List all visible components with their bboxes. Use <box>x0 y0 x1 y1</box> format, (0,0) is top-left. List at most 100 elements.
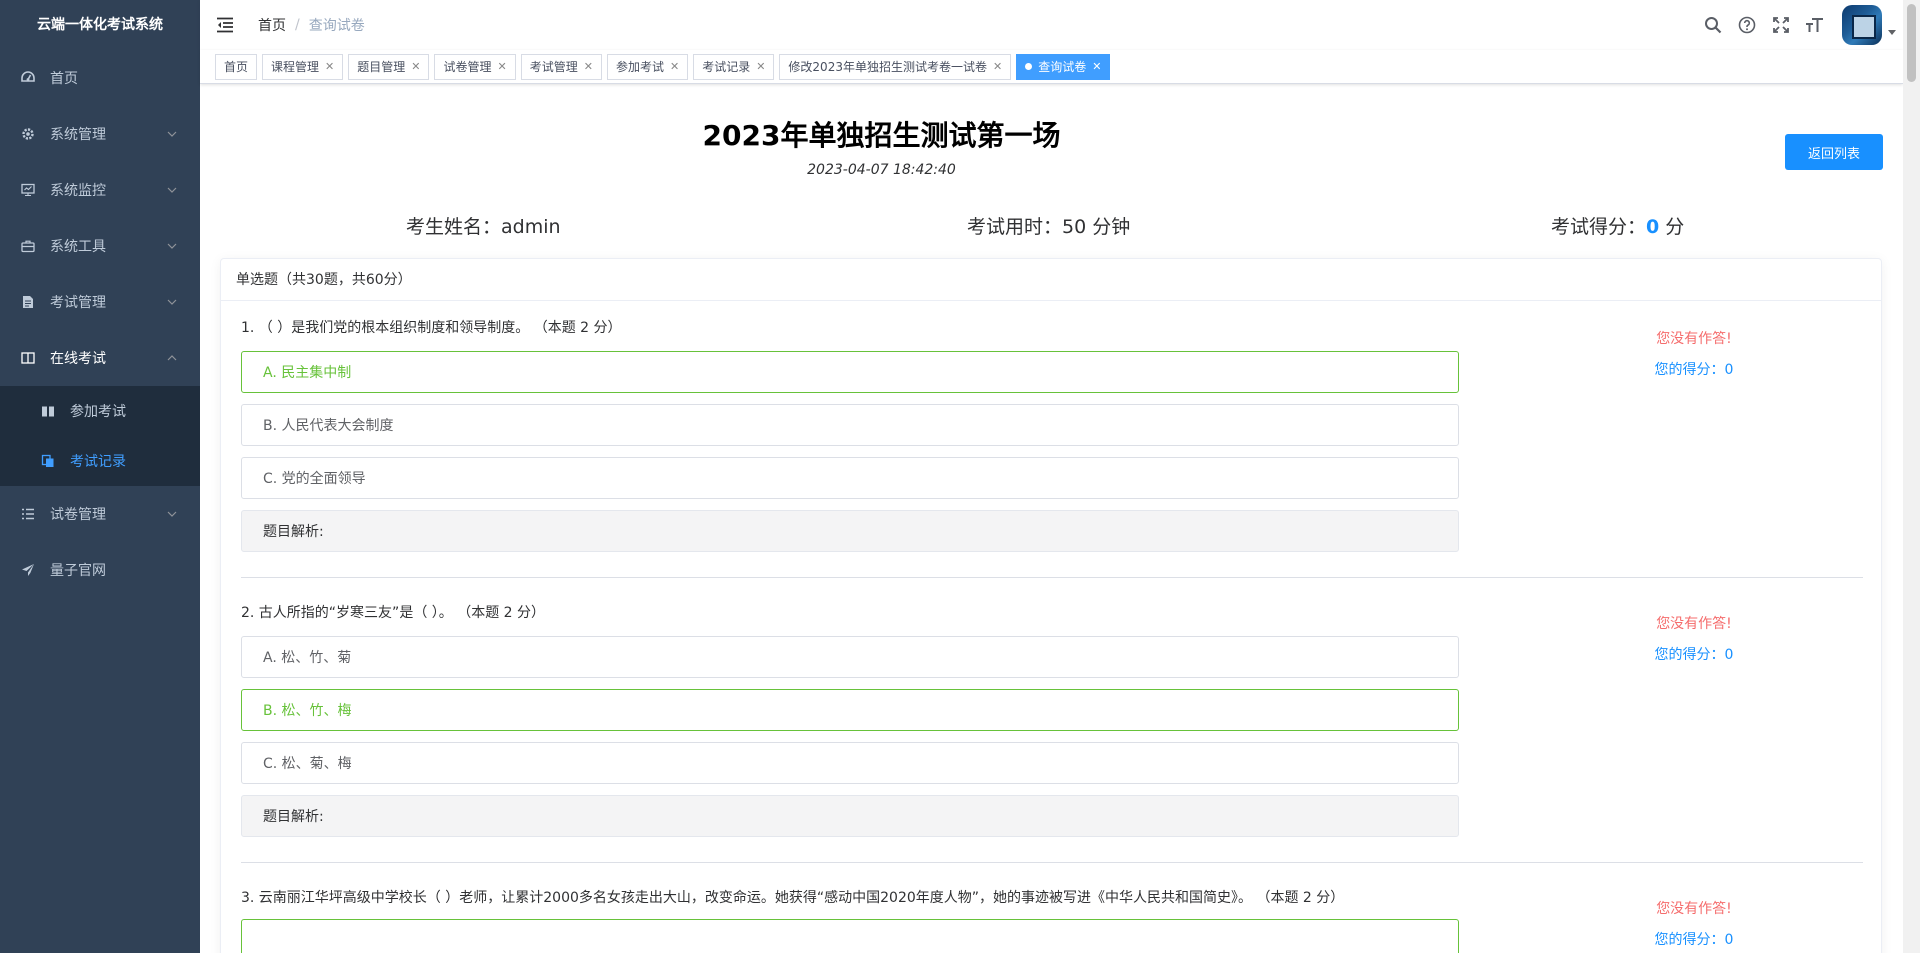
question-icon[interactable] <box>1730 0 1764 50</box>
list-icon <box>20 506 36 522</box>
page-scrollbar[interactable] <box>1903 0 1920 953</box>
score-value: 0 <box>1646 216 1660 238</box>
exam-duration: 考试用时：50 分钟 <box>967 212 1130 239</box>
document-icon <box>20 294 36 310</box>
tag-home[interactable]: 首页 <box>215 53 258 80</box>
tag-label: 考试记录 <box>702 59 751 74</box>
sidebar-item-system-management[interactable]: 系统管理 <box>0 106 200 162</box>
chevron-down-icon <box>166 184 178 196</box>
close-icon[interactable]: ✕ <box>1092 55 1101 79</box>
book-open-icon <box>40 403 56 419</box>
close-icon[interactable]: ✕ <box>670 55 679 79</box>
tag-exam-management[interactable]: 考试管理 ✕ <box>520 53 602 80</box>
exam-date: 2023-04-07 18:42:40 <box>807 162 956 178</box>
tag-question-management[interactable]: 题目管理 ✕ <box>348 53 430 80</box>
option-a: A. 民主集中制 <box>241 351 1459 393</box>
gear-icon <box>20 126 36 142</box>
score-unit: 分 <box>1659 216 1685 238</box>
question-result: 您没有作答! 您的得分：0 <box>1619 328 1769 379</box>
sidebar-item-label: 考试管理 <box>50 295 106 311</box>
tag-label: 题目管理 <box>357 59 406 74</box>
tag-exam-records[interactable]: 考试记录 ✕ <box>693 53 775 80</box>
sidebar-item-exam-records[interactable]: 考试记录 <box>0 436 200 486</box>
tag-edit-paper[interactable]: 修改2023年单独招生测试考卷一试卷 ✕ <box>779 53 1012 80</box>
question-divider <box>241 862 1863 863</box>
sidebar-item-join-exam[interactable]: 参加考试 <box>0 386 200 436</box>
exam-summary: 考生姓名：admin 考试用时：50 分钟 考试得分：0 分 <box>200 212 1903 242</box>
chevron-down-icon <box>166 240 178 252</box>
no-answer-text: 您没有作答! <box>1656 616 1732 632</box>
student-name-value: admin <box>501 216 561 238</box>
sidebar-item-quantum-website[interactable]: 量子官网 <box>0 542 200 598</box>
sidebar-item-system-monitor[interactable]: 系统监控 <box>0 162 200 218</box>
close-icon[interactable]: ✕ <box>325 55 334 79</box>
tag-label: 考试管理 <box>529 59 578 74</box>
top-navbar: 首页 / 查询试卷 <box>200 0 1920 50</box>
question-result: 您没有作答! 您的得分：0 <box>1619 613 1769 664</box>
tag-label: 参加考试 <box>615 59 664 74</box>
tag-view-paper[interactable]: 查询试卷 ✕ <box>1016 53 1111 80</box>
score-label: 考试得分： <box>1551 216 1647 238</box>
chevron-down-icon <box>166 508 178 520</box>
tag-label: 试卷管理 <box>443 59 492 74</box>
close-icon[interactable]: ✕ <box>411 55 420 79</box>
fullscreen-icon[interactable] <box>1764 0 1798 50</box>
question-divider <box>241 577 1863 578</box>
dashboard-icon <box>20 70 36 86</box>
option-c: C. 松、菊、梅 <box>241 742 1459 784</box>
sidebar-item-exam-management[interactable]: 考试管理 <box>0 274 200 330</box>
question-score: 您的得分：0 <box>1654 362 1734 378</box>
breadcrumb-current: 查询试卷 <box>308 18 365 34</box>
back-to-list-button[interactable]: 返回列表 <box>1785 134 1883 170</box>
menu-toggle-icon[interactable] <box>200 0 250 50</box>
active-dot-icon <box>1025 63 1033 70</box>
exam-score: 考试得分：0 分 <box>1551 212 1684 239</box>
close-icon[interactable]: ✕ <box>584 55 593 79</box>
sidebar-item-dashboard[interactable]: 首页 <box>0 50 200 106</box>
toolbox-icon <box>20 238 36 254</box>
exam-title: 2023年单独招生测试第一场 <box>702 119 1061 152</box>
sidebar-item-label: 系统工具 <box>50 239 106 255</box>
breadcrumb-separator: / <box>295 17 300 33</box>
breadcrumb-home[interactable]: 首页 <box>258 15 286 35</box>
sidebar-item-paper-management[interactable]: 试卷管理 <box>0 486 200 542</box>
chevron-up-icon <box>166 352 178 364</box>
sidebar-item-label: 在线考试 <box>50 351 106 367</box>
tag-label: 课程管理 <box>271 59 320 74</box>
search-icon[interactable] <box>1696 0 1730 50</box>
question-text: 1. （ ）是我们党的根本组织制度和领导制度。 （本题 2 分） <box>241 320 622 336</box>
section-header: 单选题（共30题，共60分） <box>221 259 1881 301</box>
font-size-icon[interactable] <box>1798 0 1832 50</box>
tags-view: 首页 课程管理 ✕ 题目管理 ✕ 试卷管理 ✕ 考试管理 ✕ 参加考试 ✕ 考试… <box>200 50 1903 84</box>
no-answer-text: 您没有作答! <box>1656 331 1732 347</box>
app-title: 云端一体化考试系统 <box>37 17 163 33</box>
no-answer-text: 您没有作答! <box>1656 901 1732 917</box>
option-b: B. 人民代表大会制度 <box>241 404 1459 446</box>
avatar[interactable] <box>1842 5 1882 45</box>
sidebar-item-label: 量子官网 <box>50 563 106 579</box>
copy-icon <box>40 453 56 469</box>
close-icon[interactable]: ✕ <box>993 55 1002 79</box>
scrollbar-thumb[interactable] <box>1907 4 1916 82</box>
close-icon[interactable]: ✕ <box>498 55 507 79</box>
sidebar-item-label: 试卷管理 <box>50 507 106 523</box>
tag-course-management[interactable]: 课程管理 ✕ <box>262 53 344 80</box>
question-text: 2. 古人所指的“岁寒三友”是（ ）。 （本题 2 分） <box>241 605 546 621</box>
chevron-down-icon <box>166 128 178 140</box>
tag-paper-management[interactable]: 试卷管理 ✕ <box>434 53 516 80</box>
sidebar-item-label: 考试记录 <box>70 454 126 470</box>
question-result: 您没有作答! 您的得分：0 <box>1619 898 1769 949</box>
sidebar-item-system-tools[interactable]: 系统工具 <box>0 218 200 274</box>
breadcrumb: 首页 / 查询试卷 <box>258 15 365 35</box>
question-item: 1. （ ）是我们党的根本组织制度和领导制度。 （本题 2 分） A. 民主集中… <box>241 316 1863 552</box>
close-icon[interactable]: ✕ <box>756 55 765 79</box>
option-a: A. 松、竹、菊 <box>241 636 1459 678</box>
student-name: 考生姓名：admin <box>406 212 561 239</box>
tag-join-exam[interactable]: 参加考试 ✕ <box>606 53 689 80</box>
user-avatar-dropdown[interactable] <box>1842 5 1896 45</box>
question-analysis: 题目解析: <box>241 795 1459 837</box>
tag-label: 修改2023年单独招生测试考卷一试卷 <box>788 59 987 74</box>
sidebar-item-online-exam[interactable]: 在线考试 <box>0 330 200 386</box>
question-score: 您的得分：0 <box>1654 647 1734 663</box>
main-content: 2023年单独招生测试第一场 2023-04-07 18:42:40 返回列表 … <box>200 84 1903 953</box>
